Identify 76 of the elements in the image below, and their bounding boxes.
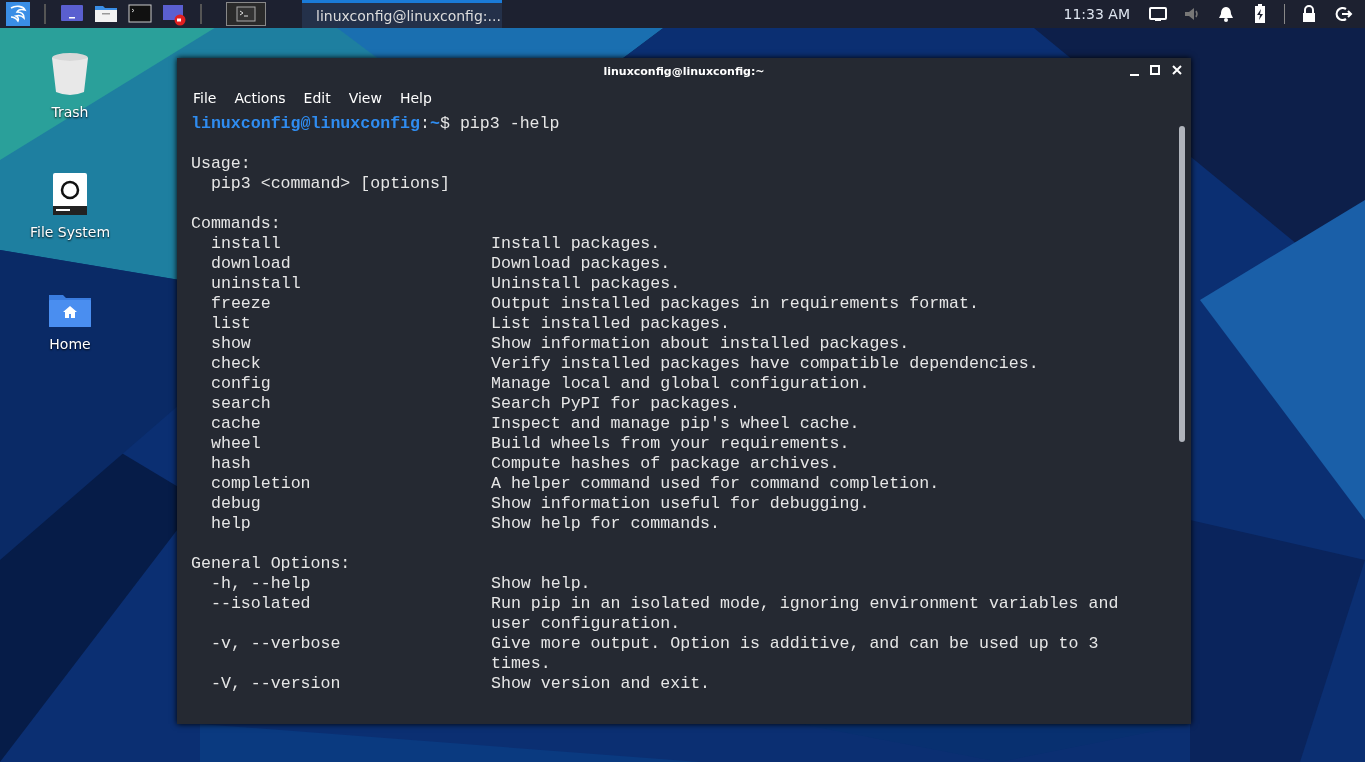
option-name: freeze — [211, 294, 271, 313]
option-name: -v, --verbose — [211, 634, 341, 653]
desktop-icon-label[interactable]: File System — [29, 224, 111, 240]
option-name: -V, --version — [211, 674, 341, 693]
option-description: Search PyPI for packages. — [491, 394, 740, 414]
option-description: Give more output. Option is additive, and can be used up to 3 — [491, 634, 1099, 654]
option-name: wheel — [211, 434, 261, 453]
option-description: Output installed packages in requirements format. — [491, 294, 979, 314]
command-text: $ pip3 -help — [439, 114, 560, 134]
option-description: Download packages. — [491, 254, 671, 274]
terminal-icon — [128, 2, 152, 26]
option-name: install — [211, 234, 281, 253]
option-description: Verify installed packages have compatible dependencies. — [491, 354, 1039, 374]
task-button[interactable]: linuxconfig@linuxconfig:... — [302, 0, 502, 28]
option-description: Manage local and global configuration. — [491, 374, 870, 394]
clock[interactable]: 11:33 AM — [1063, 6, 1130, 22]
option-name: check — [211, 354, 261, 373]
display-icon — [1148, 4, 1168, 24]
option-name: search — [211, 394, 271, 413]
option-description: Show help. — [491, 574, 591, 594]
option-description: Run pip in an isolated mode, ignoring environment variables and — [491, 594, 1119, 614]
option-description: Show information useful for debugging. — [491, 494, 870, 514]
terminal-icon — [236, 6, 256, 22]
option-description: Show version and exit. — [491, 674, 711, 694]
option-name: completion — [211, 474, 311, 493]
option-description: Uninstall packages. — [491, 274, 681, 294]
hard-drive-icon[interactable] — [52, 172, 88, 216]
screen-recorder-icon — [162, 2, 186, 26]
window-title: linuxconfig@linuxconfig:~ — [603, 64, 765, 78]
option-name: show — [211, 334, 251, 353]
output-text: General Options: — [191, 554, 351, 574]
maximize-icon — [1149, 64, 1161, 76]
trash-icon[interactable] — [51, 52, 89, 96]
option-name: --isolated — [211, 594, 311, 613]
menu-item[interactable]: View — [340, 88, 390, 108]
menu-item[interactable]: Actions — [226, 88, 294, 108]
menu-item[interactable]: File — [185, 88, 225, 108]
dragon-icon — [6, 2, 30, 26]
option-name: help — [211, 514, 251, 533]
prompt-separator: : — [420, 114, 430, 134]
option-name: uninstall — [211, 274, 301, 293]
close-button[interactable] — [1171, 64, 1183, 76]
option-description: List installed packages. — [491, 314, 730, 334]
bell-icon — [1216, 4, 1236, 24]
option-description: A helper command used for command completion. — [491, 474, 940, 494]
logout-icon — [1333, 4, 1353, 24]
option-name: hash — [211, 454, 251, 473]
minimize-icon — [1130, 74, 1139, 76]
option-description: Show help for commands. — [491, 514, 721, 534]
scrollbar-thumb[interactable] — [1179, 126, 1185, 442]
output-text: Usage: — [191, 154, 251, 174]
workspace-button[interactable] — [226, 2, 266, 26]
option-description: user configuration. — [491, 614, 681, 634]
close-icon — [1171, 64, 1183, 76]
option-description: Compute hashes of package archives. — [491, 454, 840, 474]
option-description: Show information about installed packages. — [491, 334, 910, 354]
app-menu-button[interactable] — [4, 0, 32, 28]
home-folder-icon[interactable] — [48, 292, 92, 328]
option-name: -h, --help — [211, 574, 311, 593]
option-name: list — [211, 314, 251, 333]
menu-item[interactable]: Help — [391, 88, 440, 108]
output-text: Commands: — [191, 214, 281, 234]
option-description: Inspect and manage pip's wheel cache. — [491, 414, 860, 434]
desktop-icon-label[interactable]: Home — [49, 336, 91, 352]
option-description: Install packages. — [491, 234, 661, 254]
option-name: download — [211, 254, 291, 273]
prompt-user: linuxconfig@linuxconfig — [191, 114, 421, 134]
prompt-path: ~ — [430, 114, 440, 134]
option-description: Build wheels from your requirements. — [491, 434, 850, 454]
option-description: times. — [491, 654, 551, 674]
option-name: debug — [211, 494, 261, 513]
maximize-button[interactable] — [1149, 64, 1161, 76]
option-name: cache — [211, 414, 261, 433]
option-name: config — [211, 374, 271, 393]
output-text: pip3 <command> [options] — [209, 174, 450, 194]
menu-item[interactable]: Edit — [295, 88, 339, 108]
